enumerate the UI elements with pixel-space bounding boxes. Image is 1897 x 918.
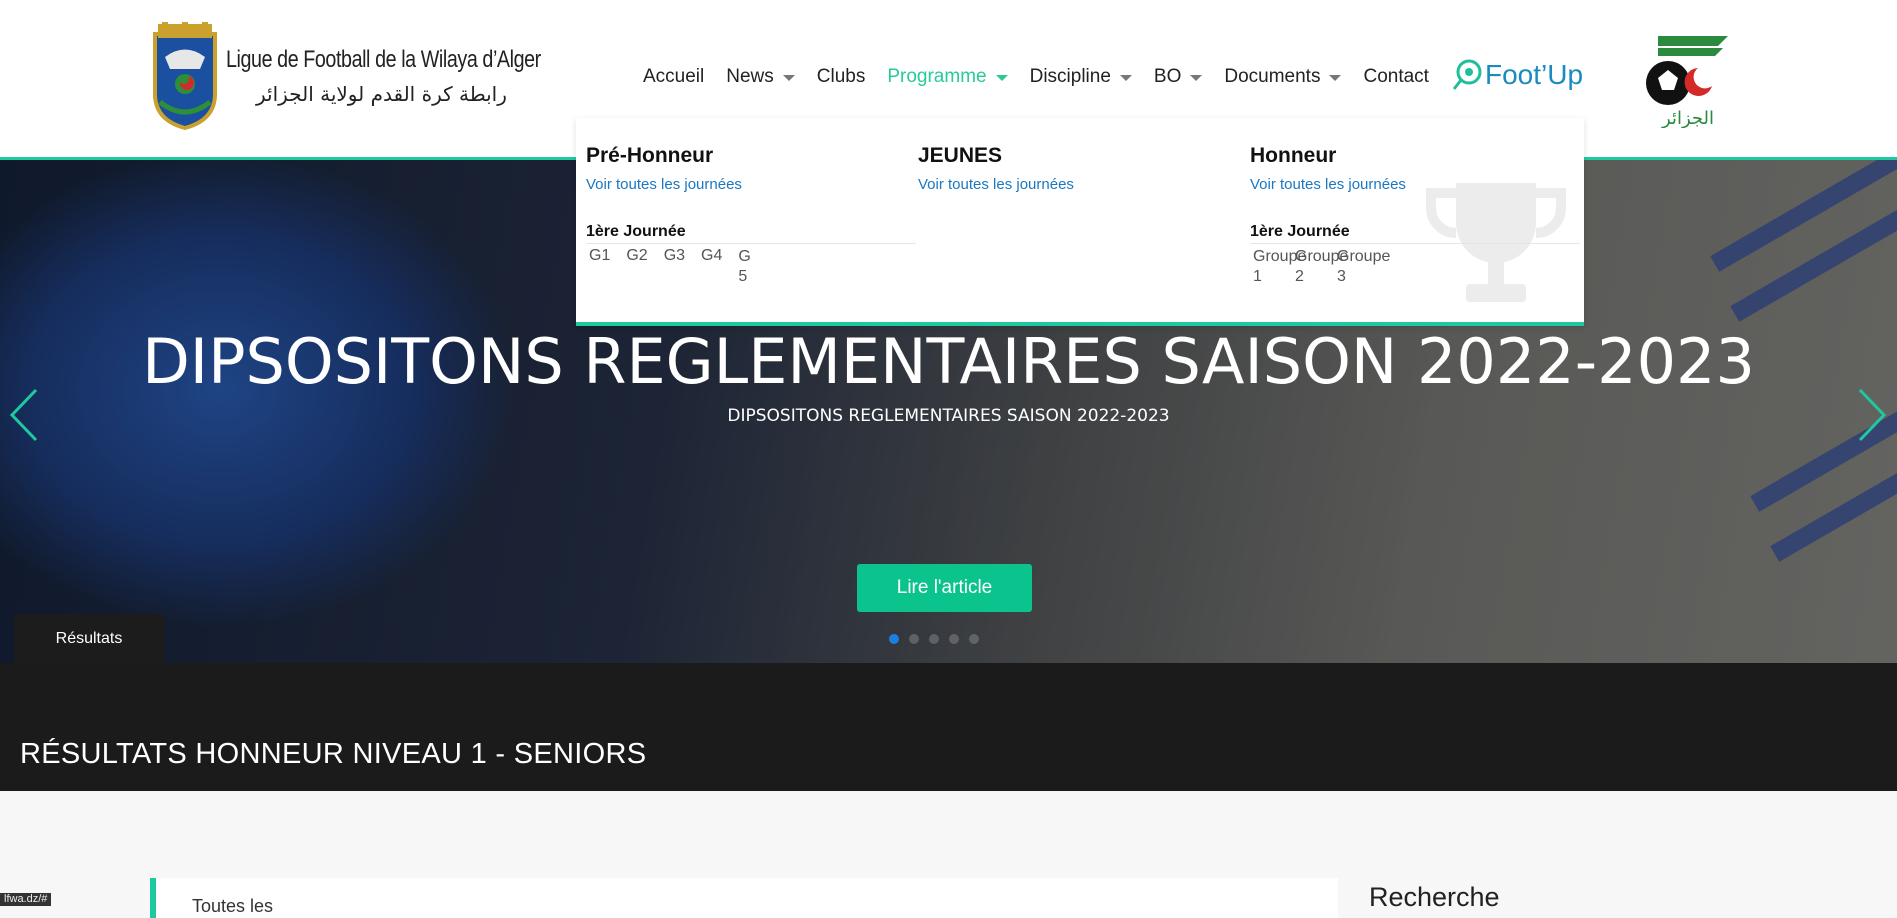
nav-label: Discipline: [1029, 66, 1111, 87]
nav-programme[interactable]: Programme: [887, 66, 1008, 88]
results-tab[interactable]: Résultats: [14, 614, 164, 663]
nav-contact[interactable]: Contact: [1363, 66, 1428, 88]
column-title: Honneur: [1250, 144, 1337, 167]
results-title: RÉSULTATS HONNEUR NIVEAU 1 - SENIORS: [20, 738, 647, 770]
hero-subtitle: DIPSOSITONS REGLEMENTAIRES SAISON 2022-2…: [727, 406, 1170, 426]
nav-label: BO: [1153, 66, 1182, 87]
slide-dot[interactable]: [889, 634, 899, 644]
logo-title-arabic: رابطة كرة القدم لولاية الجزائر: [256, 82, 507, 106]
nav-label: Accueil: [643, 66, 705, 87]
card-text: Toutes les: [192, 896, 274, 916]
group-link[interactable]: Groupe 1: [1253, 247, 1306, 287]
hero-title: DIPSOSITONS REGLEMENTAIRES SAISON 2022-2…: [142, 325, 1755, 398]
slide-dot[interactable]: [969, 634, 979, 644]
nav-label: Clubs: [816, 66, 866, 87]
logo-title-french: Ligue de Football de la Wilaya d’Alger: [226, 46, 541, 73]
group-link[interactable]: G3: [664, 247, 685, 287]
footup-label: Foot’Up: [1485, 59, 1584, 90]
read-article-button[interactable]: Lire l'article: [857, 564, 1032, 612]
all-rounds-link[interactable]: Voir toutes les journées: [918, 176, 1238, 193]
footup-logo[interactable]: Foot’Up: [1451, 58, 1583, 92]
round-heading: 1ère Journée: [1250, 223, 1580, 244]
next-slide-icon[interactable]: [1850, 385, 1890, 445]
nav-label: News: [726, 66, 774, 87]
slide-dot[interactable]: [909, 634, 919, 644]
nav-documents[interactable]: Documents: [1224, 66, 1342, 88]
faf-label: الجزائر: [1661, 108, 1714, 128]
dropdown-col-pre-honneur: Pré-Honneur Voir toutes les journées 1èr…: [586, 144, 916, 287]
programme-dropdown: Pré-Honneur Voir toutes les journées 1èr…: [576, 118, 1584, 326]
nav-label: Programme: [887, 66, 987, 87]
nav-discipline[interactable]: Discipline: [1030, 66, 1132, 88]
main-nav: Accueil News Clubs Programme Discipline …: [643, 66, 1451, 88]
site-logo[interactable]: Ligue de Football de la Wilaya d’Alger ر…: [150, 22, 610, 130]
nav-label: Documents: [1224, 66, 1321, 87]
slide-indicators: [889, 634, 989, 644]
chevron-down-icon: [995, 75, 1008, 81]
round-heading: 1ère Journée: [586, 223, 916, 244]
group-link[interactable]: G4: [701, 247, 722, 287]
sidebar-search-title: Recherche: [1369, 882, 1500, 912]
nav-bo[interactable]: BO: [1153, 66, 1203, 88]
group-links: G1 G2 G3 G4 G5: [586, 247, 906, 287]
prev-slide-icon[interactable]: [6, 385, 46, 445]
column-title: JEUNES: [918, 144, 1003, 167]
group-link[interactable]: Groupe 3: [1337, 247, 1390, 287]
results-band: [0, 663, 1897, 791]
column-title: Pré-Honneur: [586, 144, 714, 167]
dropdown-col-honneur: Honneur Voir toutes les journées 1ère Jo…: [1250, 144, 1580, 287]
chevron-down-icon: [1190, 75, 1203, 81]
slide-dot[interactable]: [929, 634, 939, 644]
nav-accueil[interactable]: Accueil: [643, 66, 704, 88]
group-link[interactable]: G5: [738, 247, 752, 287]
faf-logo[interactable]: الجزائر: [1638, 28, 1738, 128]
group-link[interactable]: G1: [589, 247, 610, 287]
all-rounds-link[interactable]: Voir toutes les journées: [586, 176, 906, 193]
group-link[interactable]: G2: [626, 247, 647, 287]
content-card: Toutes les: [150, 878, 1338, 918]
chevron-down-icon: [782, 75, 795, 81]
soccer-ball-icon: [1452, 59, 1482, 90]
dropdown-col-jeunes: JEUNES Voir toutes les journées: [918, 144, 1238, 193]
league-crest-icon: [153, 22, 217, 130]
slide-dot[interactable]: [949, 634, 959, 644]
chevron-down-icon: [1329, 75, 1342, 81]
nav-label: Contact: [1363, 66, 1429, 87]
nav-news[interactable]: News: [726, 66, 795, 88]
status-url: lfwa.dz/#: [0, 893, 52, 906]
chevron-down-icon: [1119, 75, 1132, 81]
nav-clubs[interactable]: Clubs: [817, 66, 866, 88]
group-link[interactable]: Groupe 2: [1295, 247, 1348, 287]
group-links: Groupe 1 Groupe 2 Groupe 3: [1250, 247, 1570, 287]
all-rounds-link[interactable]: Voir toutes les journées: [1250, 176, 1570, 193]
